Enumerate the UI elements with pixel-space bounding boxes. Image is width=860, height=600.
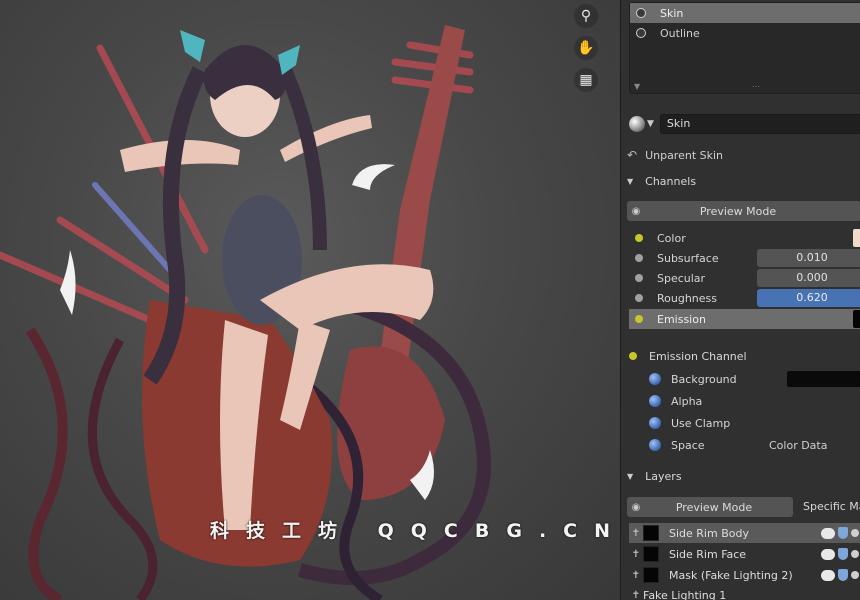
shield-icon[interactable] xyxy=(838,548,848,560)
roughness-value[interactable]: 0.620 xyxy=(757,289,860,307)
channels-preview-mode-button[interactable]: ◉ Preview Mode xyxy=(627,201,860,221)
list-item[interactable]: Skin xyxy=(630,3,860,23)
layer-name: Mask (Fake Lighting 2) xyxy=(669,568,793,582)
prop-emission[interactable]: Emission xyxy=(629,309,860,329)
space-value[interactable]: Color Data xyxy=(769,439,827,452)
eye-icon: ◉ xyxy=(631,205,641,217)
layer-name: Side Rim Body xyxy=(669,526,749,540)
layer-thumbnail xyxy=(643,525,659,541)
sphere-icon xyxy=(636,8,646,18)
zoom-icon[interactable]: ⚲ xyxy=(574,4,598,28)
layer-row-side-rim-face[interactable]: ✝ Side Rim Face xyxy=(629,544,860,564)
pin-icon: ✝ xyxy=(631,527,641,539)
cloud-icon[interactable] xyxy=(821,548,835,560)
prop-label: Subsurface xyxy=(657,251,719,265)
prop-specular[interactable]: Specular 0.000 xyxy=(635,268,860,288)
cloud-icon[interactable] xyxy=(821,569,835,581)
visibility-icon[interactable] xyxy=(851,550,859,558)
layer-name: Fake Lighting 1 xyxy=(643,588,727,600)
prop-subsurface[interactable]: Subsurface 0.010 xyxy=(635,248,860,268)
globe-icon xyxy=(649,395,661,407)
emission-space-row[interactable]: Space Color Data xyxy=(649,435,860,455)
globe-icon xyxy=(649,373,661,385)
visibility-icon[interactable] xyxy=(851,571,859,579)
cloud-icon[interactable] xyxy=(821,527,835,539)
prop-roughness[interactable]: Roughness 0.620 xyxy=(635,288,860,308)
visibility-icon[interactable] xyxy=(851,529,859,537)
material-selector[interactable]: ▼ Skin xyxy=(629,114,860,134)
emission-channel-header[interactable]: Emission Channel xyxy=(629,347,747,365)
shield-icon[interactable] xyxy=(838,527,848,539)
prop-label: Background xyxy=(671,372,737,386)
button-label: Preview Mode xyxy=(675,500,753,514)
chevron-down-icon[interactable]: ▼ xyxy=(647,119,654,129)
button-label: Preview Mode xyxy=(699,204,777,218)
prop-label: Specular xyxy=(657,271,706,285)
channels-header[interactable]: ▼ Channels xyxy=(627,172,696,190)
layer-thumbnail xyxy=(643,567,659,583)
3d-viewport[interactable]: ⚲ ✋ ▦ 科技工坊 QQCBG.CN xyxy=(0,0,620,600)
prop-label: Color xyxy=(657,231,686,245)
section-title: Emission Channel xyxy=(649,349,747,363)
character-render xyxy=(0,25,491,600)
color-swatch[interactable] xyxy=(787,371,860,387)
specific-mask-label[interactable]: Specific Ma xyxy=(797,497,860,517)
prop-label: Alpha xyxy=(671,394,703,408)
subsurface-value[interactable]: 0.010 xyxy=(757,249,860,267)
shader-list[interactable]: Skin Outline ▼ ⋯ xyxy=(629,2,860,94)
sphere-icon xyxy=(636,28,646,38)
emission-alpha-row[interactable]: Alpha xyxy=(649,391,860,411)
unlink-icon: ↶ xyxy=(627,148,638,162)
prop-label: Emission xyxy=(657,312,706,326)
color-swatch[interactable] xyxy=(853,229,860,247)
prop-label: Space xyxy=(671,438,705,452)
resize-grip-icon[interactable]: ⋯ xyxy=(752,82,760,91)
list-item-label: Skin xyxy=(660,6,684,20)
eye-icon: ◉ xyxy=(631,501,641,513)
list-item-label: Outline xyxy=(660,26,700,40)
chevron-down-icon[interactable]: ▼ xyxy=(634,82,640,91)
globe-icon xyxy=(649,417,661,429)
chevron-down-icon: ▼ xyxy=(627,471,634,481)
pin-icon: ✝ xyxy=(631,589,641,600)
layer-thumbnail xyxy=(643,546,659,562)
specular-value[interactable]: 0.000 xyxy=(757,269,860,287)
hand-pan-icon[interactable]: ✋ xyxy=(574,36,598,60)
socket-dot-icon xyxy=(635,294,643,302)
layer-name: Side Rim Face xyxy=(669,547,747,561)
pin-icon: ✝ xyxy=(631,569,641,581)
unparent-button[interactable]: ↶ Unparent Skin xyxy=(627,146,723,164)
emission-background-row[interactable]: Background xyxy=(649,369,860,389)
section-title: Layers xyxy=(645,469,682,483)
socket-dot-icon xyxy=(635,315,643,323)
list-item[interactable]: Outline xyxy=(630,23,860,43)
globe-icon xyxy=(649,439,661,451)
prop-label: Roughness xyxy=(657,291,718,305)
socket-dot-icon xyxy=(635,234,643,242)
section-title: Channels xyxy=(645,174,697,188)
socket-dot-icon xyxy=(635,274,643,282)
camera-icon[interactable]: ▦ xyxy=(574,68,598,92)
prop-label: Use Clamp xyxy=(671,416,731,430)
layer-row-fake-lighting-1[interactable]: ✝ Fake Lighting 1 xyxy=(629,585,860,600)
emission-use-clamp-row[interactable]: Use Clamp xyxy=(649,413,860,433)
viewport-navigation: ⚲ ✋ ▦ xyxy=(574,4,602,100)
prop-color[interactable]: Color xyxy=(635,228,860,248)
socket-dot-icon xyxy=(629,352,637,360)
watermark-text: 科技工坊 QQCBG.CN xyxy=(210,520,620,542)
pin-icon: ✝ xyxy=(631,548,641,560)
layers-preview-mode-button[interactable]: ◉ Preview Mode xyxy=(627,497,793,517)
unparent-label: Unparent Skin xyxy=(645,148,724,162)
layer-row-mask-fake-lighting-2[interactable]: ✝ Mask (Fake Lighting 2) xyxy=(629,565,860,585)
material-name-field[interactable]: Skin xyxy=(659,114,860,134)
layer-row-side-rim-body[interactable]: ✝ Side Rim Body xyxy=(629,523,860,543)
layers-header[interactable]: ▼ Layers xyxy=(627,467,682,485)
chevron-down-icon: ▼ xyxy=(627,176,634,186)
shield-icon[interactable] xyxy=(838,569,848,581)
material-sphere-icon xyxy=(629,116,645,132)
socket-dot-icon xyxy=(635,254,643,262)
color-swatch[interactable] xyxy=(853,310,860,328)
properties-panel: Skin Outline ▼ ⋯ ▼ Skin ↶ Unparent Skin … xyxy=(620,0,860,600)
